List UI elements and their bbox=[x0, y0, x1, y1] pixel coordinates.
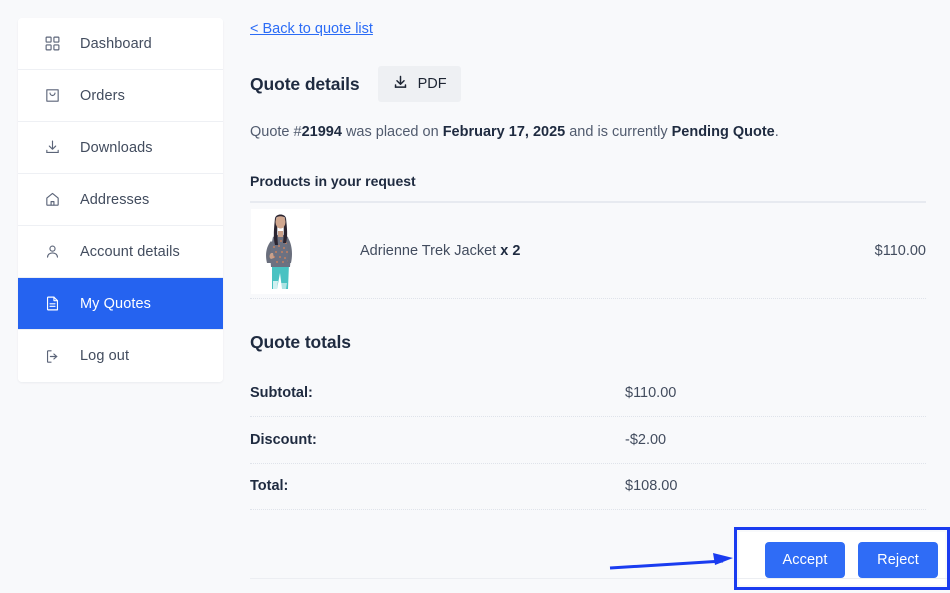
table-row: Adrienne Trek Jacket x 2 $110.00 bbox=[250, 209, 926, 295]
product-name: Adrienne Trek Jacket x 2 bbox=[360, 243, 520, 259]
sidebar-item-orders[interactable]: Orders bbox=[18, 70, 223, 122]
page-title: Quote details bbox=[250, 73, 360, 94]
sidebar-item-label: Orders bbox=[80, 87, 125, 104]
reject-button[interactable]: Reject bbox=[858, 542, 938, 578]
divider bbox=[250, 578, 950, 579]
totals-row-subtotal: Subtotal: $110.00 bbox=[250, 385, 926, 405]
product-price: $110.00 bbox=[874, 243, 926, 259]
divider bbox=[250, 416, 926, 417]
accept-button[interactable]: Accept bbox=[765, 542, 845, 578]
download-icon bbox=[392, 74, 409, 94]
download-pdf-button[interactable]: PDF bbox=[377, 66, 461, 102]
status-prefix: Quote # bbox=[250, 124, 302, 140]
quote-details-panel: < Back to quote list Quote details PDF Q… bbox=[250, 0, 950, 593]
user-icon bbox=[42, 242, 62, 262]
account-sidebar: Dashboard Orders Downloads Addresses Acc… bbox=[18, 18, 223, 382]
divider bbox=[250, 298, 926, 299]
totals-value: $108.00 bbox=[625, 478, 678, 494]
sidebar-item-my-quotes[interactable]: My Quotes bbox=[18, 278, 223, 330]
product-quantity: x 2 bbox=[500, 243, 521, 259]
totals-label: Subtotal: bbox=[250, 385, 313, 401]
home-icon bbox=[42, 190, 62, 210]
sidebar-item-log-out[interactable]: Log out bbox=[18, 330, 223, 382]
totals-label: Total: bbox=[250, 478, 289, 494]
sidebar-item-label: Downloads bbox=[80, 139, 153, 156]
status-middle-2: and is currently bbox=[565, 124, 672, 140]
sidebar-item-label: Account details bbox=[80, 243, 180, 260]
sidebar-item-label: Log out bbox=[80, 348, 130, 364]
grid-icon bbox=[42, 34, 62, 54]
download-icon bbox=[42, 138, 62, 158]
divider bbox=[250, 509, 926, 510]
back-to-quote-list-link[interactable]: < Back to quote list bbox=[250, 21, 373, 37]
pdf-button-label: PDF bbox=[417, 76, 447, 92]
product-thumbnail bbox=[251, 209, 310, 294]
totals-label: Discount: bbox=[250, 432, 317, 448]
sidebar-item-label: My Quotes bbox=[80, 295, 152, 312]
divider bbox=[250, 201, 926, 203]
product-photo bbox=[251, 209, 310, 294]
document-icon bbox=[42, 294, 62, 314]
totals-value: -$2.00 bbox=[625, 432, 667, 448]
quote-action-buttons: Accept Reject bbox=[765, 542, 938, 578]
quote-date: February 17, 2025 bbox=[442, 124, 566, 140]
status-middle: was placed on bbox=[341, 124, 443, 140]
quote-details-header: Quote details PDF bbox=[250, 66, 461, 102]
sidebar-item-dashboard[interactable]: Dashboard bbox=[18, 18, 223, 70]
sidebar-item-downloads[interactable]: Downloads bbox=[18, 122, 223, 174]
logout-icon bbox=[42, 346, 62, 366]
status-suffix: . bbox=[774, 124, 779, 140]
status-badge: Pending Quote bbox=[671, 124, 775, 140]
sidebar-item-label: Dashboard bbox=[80, 35, 152, 52]
quote-totals-heading: Quote totals bbox=[250, 332, 351, 352]
products-heading: Products in your request bbox=[250, 173, 416, 189]
totals-row-total: Total: $108.00 bbox=[250, 478, 926, 498]
divider bbox=[250, 463, 926, 464]
quote-status-line: Quote #21994 was placed on February 17, … bbox=[250, 124, 779, 140]
sidebar-item-addresses[interactable]: Addresses bbox=[18, 174, 223, 226]
product-title: Adrienne Trek Jacket bbox=[360, 243, 497, 259]
bag-icon bbox=[42, 86, 62, 106]
totals-row-discount: Discount: -$2.00 bbox=[250, 432, 926, 452]
sidebar-item-account-details[interactable]: Account details bbox=[18, 226, 223, 278]
totals-value: $110.00 bbox=[625, 385, 677, 401]
sidebar-item-label: Addresses bbox=[80, 191, 150, 208]
quote-number: 21994 bbox=[301, 124, 342, 140]
